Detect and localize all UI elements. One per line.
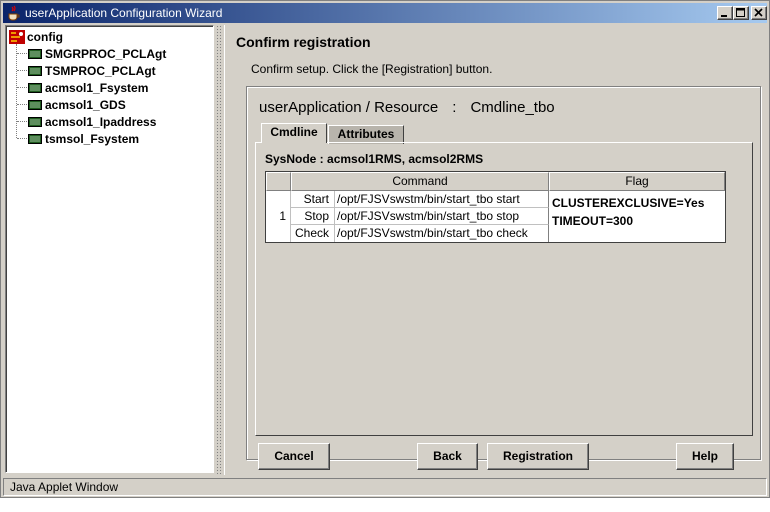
table-row-number: 1 (266, 191, 291, 242)
wizard-window: userApplication Configuration Wizard con… (0, 0, 770, 498)
tree-item-tsmsol-fsystem[interactable]: tsmsol_Fsystem (17, 131, 139, 147)
java-coffee-icon (8, 5, 20, 21)
resource-label: userApplication / Resource (259, 99, 439, 116)
tree-item-acmsol1-ipaddress[interactable]: acmsol1_Ipaddress (17, 114, 156, 130)
title-bar[interactable]: userApplication Configuration Wizard (3, 3, 767, 23)
resource-node-icon (28, 65, 42, 76)
panel-splitter[interactable] (216, 25, 223, 475)
registration-button[interactable]: Registration (487, 443, 589, 470)
minimize-button[interactable] (717, 6, 733, 20)
tree-item-acmsol1-gds[interactable]: acmsol1_GDS (17, 97, 126, 113)
tree-item-acmsol1-fsystem[interactable]: acmsol1_Fsystem (17, 80, 148, 96)
resource-node-icon (28, 116, 42, 127)
tree-root-config[interactable]: config (9, 29, 63, 45)
command-stop-path[interactable]: /opt/FJSVswstm/bin/start_tbo stop (335, 208, 549, 225)
tree-item-label: acmsol1_Ipaddress (45, 114, 157, 129)
tree-item-smgrproc[interactable]: SMGRPROC_PCLAgt (17, 46, 166, 62)
tree-branch-line (17, 70, 27, 71)
command-start-path[interactable]: /opt/FJSVswstm/bin/start_tbo start (335, 191, 549, 208)
tree-branch-line (17, 87, 27, 88)
maximize-button[interactable] (733, 6, 749, 20)
tree-root-label: config (27, 29, 63, 44)
tree-item-label: TSMPROC_PCLAgt (45, 63, 156, 78)
resource-group-box: userApplication / Resource: Cmdline_tbo C… (246, 86, 761, 460)
maximize-icon (736, 8, 745, 17)
resource-node-icon (28, 99, 42, 110)
close-icon (754, 8, 763, 17)
resource-name: Cmdline_tbo (470, 99, 555, 116)
cmdline-tab-panel: SysNode : acmsol1RMS, acmsol2RMS Command… (255, 142, 753, 436)
tree-branch-line (17, 138, 27, 139)
close-button[interactable] (751, 6, 767, 20)
back-button[interactable]: Back (417, 443, 478, 470)
tab-cmdline[interactable]: Cmdline (261, 123, 327, 143)
tree-item-label: SMGRPROC_PCLAgt (45, 46, 167, 61)
resource-separator: : (452, 99, 457, 116)
tree-item-label: tsmsol_Fsystem (45, 131, 140, 146)
resource-tree[interactable]: config SMGRPROC_PCLAgt TSMPROC_PCLAgt ac… (5, 25, 214, 473)
resource-node-icon (28, 133, 42, 144)
command-check-label: Check (291, 225, 335, 242)
page-title: Confirm registration (236, 34, 371, 50)
minimize-icon (721, 15, 727, 17)
tree-branch-line (17, 121, 27, 122)
help-button[interactable]: Help (676, 443, 734, 470)
config-folder-icon (9, 29, 25, 44)
command-stop-label: Stop (291, 208, 335, 225)
flag-timeout: TIMEOUT=300 (552, 214, 634, 228)
table-header-command[interactable]: Command (291, 172, 549, 191)
command-check-path[interactable]: /opt/FJSVswstm/bin/start_tbo check (335, 225, 549, 242)
command-table[interactable]: Command Flag 1 Start /opt/FJSVswstm/bin/… (265, 171, 726, 243)
command-start-label: Start (291, 191, 335, 208)
resource-node-icon (28, 82, 42, 93)
sysnode-label: SysNode : acmsol1RMS, acmsol2RMS (265, 152, 484, 166)
table-header-flag[interactable]: Flag (549, 172, 725, 191)
tree-item-label: acmsol1_Fsystem (45, 80, 149, 95)
resource-heading: userApplication / Resource: Cmdline_tbo (259, 99, 555, 116)
main-panel: Confirm registration Confirm setup. Clic… (224, 25, 767, 475)
flag-cell[interactable]: CLUSTEREXCLUSIVE=Yes TIMEOUT=300 (549, 191, 725, 242)
resource-node-icon (28, 48, 42, 59)
tree-item-label: acmsol1_GDS (45, 97, 126, 112)
cancel-button[interactable]: Cancel (258, 443, 330, 470)
status-text: Java Applet Window (10, 480, 119, 494)
status-bar: Java Applet Window (3, 478, 767, 496)
window-title: userApplication Configuration Wizard (25, 6, 223, 20)
tree-branch-line (17, 104, 27, 105)
tree-branch-line (17, 53, 27, 54)
flag-clusterexclusive: CLUSTEREXCLUSIVE=Yes (552, 196, 705, 210)
tree-item-tsmproc[interactable]: TSMPROC_PCLAgt (17, 63, 156, 79)
table-header-number (266, 172, 291, 191)
instructions-text: Confirm setup. Click the [Registration] … (251, 62, 493, 76)
